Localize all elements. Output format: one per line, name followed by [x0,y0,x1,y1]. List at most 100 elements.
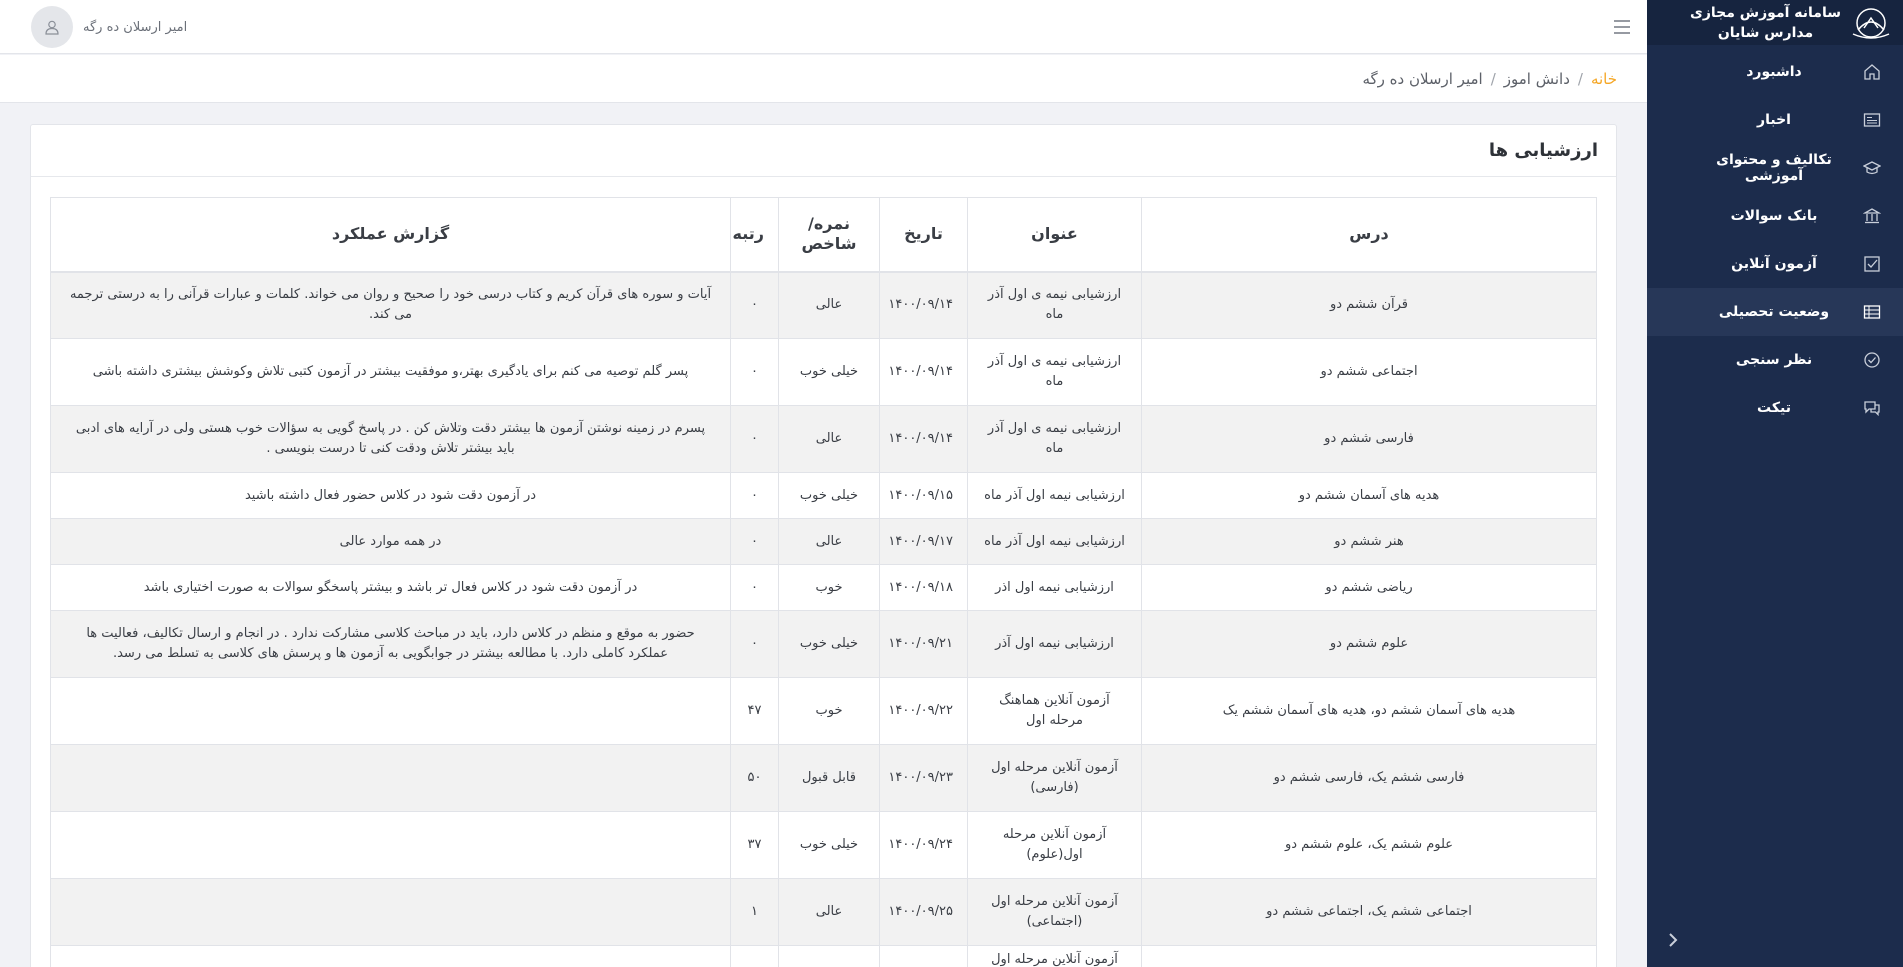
cell-course: اجتماعی ششم یک، اجتماعی ششم دو [1141,878,1597,946]
cell-grade: عالی [778,405,880,473]
sidebar-item-label: وضعیت تحصیلی [1718,304,1830,320]
cell-rank [730,945,779,967]
sidebar-item-label: نظر سنجی [1735,352,1813,368]
cell-grade: خیلی خوب [778,472,880,519]
page-title: ارزشیابی ها [31,125,1616,177]
table-header-row: درس عنوان تاریخ نمره/ شاخص رتبه گزارش عم… [50,197,1597,273]
table-row[interactable]: فارسی ششم یک، فارسی ششم دو آزمون آنلاین … [50,744,1597,812]
cell-report [50,677,731,745]
cell-title: آزمون آنلاین مرحله اول (اجتماعی) [967,878,1142,946]
chevron-right-icon [1666,932,1680,951]
table-row[interactable]: قرآن ششم دو ارزشیابی نیمه ی اول آذر ماه … [50,271,1597,339]
cell-date: ۱۴۰۰/۰۹/۱۴ [879,338,968,406]
breadcrumb-separator: / [1490,69,1496,88]
table-row[interactable]: هدیه های آسمان ششم دو ارزشیابی نیمه اول … [50,472,1597,519]
cell-title: ارزشیابی نیمه ی اول آذر ماه [967,405,1142,473]
cell-course: قرآن ششم دو [1141,271,1597,339]
cell-date: ۱۴۰۰/۰۹/۲۳ [879,744,968,812]
sidebar-item-assignments[interactable]: تکالیف و محتوای آموزشی [1647,144,1903,192]
column-header-date[interactable]: تاریخ [879,197,968,273]
checkbox-icon [1863,255,1881,273]
cell-rank: ۰ [730,518,779,565]
newspaper-icon [1863,111,1881,129]
cell-date: ۱۴۰۰/۰۹/۱۴ [879,271,968,339]
sidebar-item-survey[interactable]: نظر سنجی [1647,336,1903,384]
sidebar-collapse-toggle[interactable] [1661,929,1685,953]
cell-report: پسرم در زمینه نوشتن آزمون ها بیشتر دقت و… [50,405,731,473]
sidebar-item-academic-status[interactable]: وضعیت تحصیلی [1647,288,1903,336]
cell-date: ۱۴۰۰/۰۹/۱۷ [879,518,968,565]
sidebar-item-ticket[interactable]: تیکت [1647,384,1903,432]
cell-grade: عالی [778,271,880,339]
cell-title: ارزشیابی نیمه ی اول آذر ماه [967,338,1142,406]
sidebar-item-online-exam[interactable]: آزمون آنلاین [1647,240,1903,288]
cell-course [1141,945,1597,967]
cell-date: ۱۴۰۰/۰۹/۱۵ [879,472,968,519]
sidebar-item-dashboard[interactable]: داشبورد [1647,48,1903,96]
table-row[interactable]: علوم ششم یک، علوم ششم دو آزمون آنلاین مر… [50,811,1597,879]
cell-course: علوم ششم یک، علوم ششم دو [1141,811,1597,879]
cell-grade: خیلی خوب [778,338,880,406]
cell-rank: ۰ [730,472,779,519]
cell-course: فارسی ششم یک، فارسی ششم دو [1141,744,1597,812]
breadcrumb-section[interactable]: دانش اموز [1504,70,1570,88]
user-menu[interactable]: امیر ارسلان ده رگه [31,6,187,48]
cell-grade: خیلی خوب [778,811,880,879]
sidebar-item-label: تیکت [1757,400,1791,416]
table-row[interactable]: ریاضی ششم دو ارزشیابی نیمه اول اذر ۱۴۰۰/… [50,564,1597,611]
brand[interactable]: سامانه آموزش مجازی مدارس شایان [1647,0,1903,45]
home-icon [1863,63,1881,81]
cell-title: آزمون آنلاین مرحله اول [967,945,1142,967]
cell-grade: خوب [778,564,880,611]
cell-rank: ۰ [730,271,779,339]
sidebar-menu: داشبورد اخبار تکالیف و محتوای آموزشی بان… [1647,48,1903,432]
table-row[interactable]: آزمون آنلاین مرحله اول [50,945,1597,967]
sidebar-item-news[interactable]: اخبار [1647,96,1903,144]
chat-icon [1863,399,1881,417]
breadcrumb-home[interactable]: خانه [1591,70,1617,88]
sidebar-item-label: آزمون آنلاین [1731,256,1817,272]
cell-title: ارزشیابی نیمه ی اول آذر ماه [967,271,1142,339]
sidebar-item-question-bank[interactable]: بانک سوالات [1647,192,1903,240]
sidebar: سامانه آموزش مجازی مدارس شایان داشبورد ا… [1647,0,1903,967]
cell-report: پسر گلم توصیه می کنم برای یادگیری بهتر،و… [50,338,731,406]
evaluations-card: ارزشیابی ها درس عنوان تاریخ نمره/ شاخص ر… [30,124,1617,967]
column-header-grade[interactable]: نمره/ شاخص [778,197,880,273]
table-row[interactable]: فارسی ششم دو ارزشیابی نیمه ی اول آذر ماه… [50,405,1597,473]
column-header-title[interactable]: عنوان [967,197,1142,273]
cell-grade: قابل قبول [778,744,880,812]
cell-report: حضور به موقع و منظم در کلاس دارد، باید د… [50,610,731,678]
brand-subtitle: مدارس شایان [1717,24,1814,41]
bank-icon [1863,207,1881,225]
cell-rank: ۰ [730,338,779,406]
cell-title: آزمون آنلاین مرحله اول (فارسی) [967,744,1142,812]
table-row[interactable]: هدیه های آسمان ششم دو، هدیه های آسمان شش… [50,677,1597,745]
cell-rank: ۳۷ [730,811,779,879]
breadcrumb-separator: / [1577,69,1583,88]
cell-title: ارزشیابی نیمه اول آذر ماه [967,518,1142,565]
column-header-rank[interactable]: رتبه [730,197,779,273]
column-header-report[interactable]: گزارش عملکرد [50,197,731,273]
breadcrumb: خانه / دانش اموز / امیر ارسلان ده رگه [0,55,1647,103]
cell-date: ۱۴۰۰/۰۹/۲۱ [879,610,968,678]
cell-title: ارزشیابی نیمه اول آذر ماه [967,472,1142,519]
table-row[interactable]: علوم ششم دو ارزشیابی نیمه اول آذر ۱۴۰۰/۰… [50,610,1597,678]
hamburger-icon[interactable] [1611,16,1633,38]
breadcrumb-current: امیر ارسلان ده رگه [1362,69,1483,88]
cell-date: ۱۴۰۰/۰۹/۲۴ [879,811,968,879]
cell-rank: ۱ [730,878,779,946]
table-row[interactable]: اجتماعی ششم یک، اجتماعی ششم دو آزمون آنل… [50,878,1597,946]
cell-report [50,811,731,879]
sidebar-item-label: اخبار [1757,112,1791,128]
sidebar-item-label: تکالیف و محتوای آموزشی [1716,152,1832,184]
cell-date: ۱۴۰۰/۰۹/۱۴ [879,405,968,473]
cell-report: در آزمون دقت شود در کلاس حضور فعال داشته… [50,472,731,519]
cell-rank: ۴۷ [730,677,779,745]
cell-course: هنر ششم دو [1141,518,1597,565]
cell-report: در آزمون دقت شود در کلاس فعال تر باشد و … [50,564,731,611]
table-row[interactable]: اجتماعی ششم دو ارزشیابی نیمه ی اول آذر م… [50,338,1597,406]
column-header-course[interactable]: درس [1141,197,1597,273]
user-name: امیر ارسلان ده رگه [83,19,188,35]
table-row[interactable]: هنر ششم دو ارزشیابی نیمه اول آذر ماه ۱۴۰… [50,518,1597,565]
cell-date [879,945,968,967]
